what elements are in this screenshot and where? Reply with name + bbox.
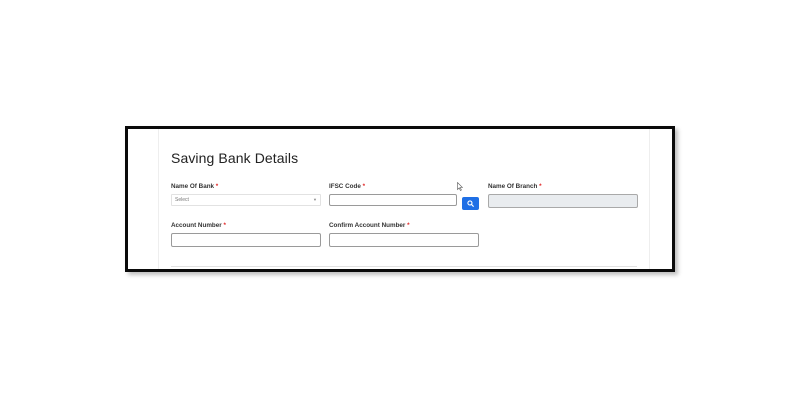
section-title: Saving Bank Details [171, 150, 299, 166]
bank-name-select[interactable]: Select ▼ [171, 194, 321, 206]
ifsc-code-input[interactable] [329, 194, 457, 206]
required-asterisk: * [215, 183, 219, 190]
ifsc-code-label: IFSC Code * [329, 183, 366, 190]
ifsc-code-field: IFSC Code * [329, 182, 459, 212]
confirm-account-number-input[interactable] [329, 233, 479, 247]
chevron-down-icon: ▼ [313, 197, 317, 202]
bank-name-field: Name Of Bank * Select ▼ [171, 182, 321, 212]
branch-name-label: Name Of Branch * [488, 183, 542, 190]
account-number-field: Account Number * [171, 221, 321, 251]
screenshot-frame: Saving Bank Details Name Of Bank * Selec… [125, 126, 675, 272]
mouse-pointer-icon [457, 182, 463, 191]
branch-name-input [488, 194, 638, 208]
section-divider [171, 266, 637, 267]
bank-name-select-placeholder: Select [175, 197, 189, 203]
bank-details-card: Saving Bank Details Name Of Bank * Selec… [158, 129, 650, 269]
confirm-account-number-label: Confirm Account Number * [329, 222, 410, 229]
account-number-label: Account Number * [171, 222, 226, 229]
ifsc-search-button[interactable] [462, 197, 479, 210]
confirm-account-number-field: Confirm Account Number * [329, 221, 479, 251]
required-asterisk: * [362, 183, 366, 190]
required-asterisk: * [407, 222, 410, 229]
branch-name-field: Name Of Branch * [488, 182, 638, 212]
bank-name-label: Name Of Bank * [171, 183, 219, 190]
account-number-input[interactable] [171, 233, 321, 247]
search-icon [467, 200, 474, 207]
required-asterisk: * [539, 183, 542, 190]
required-asterisk: * [223, 222, 226, 229]
